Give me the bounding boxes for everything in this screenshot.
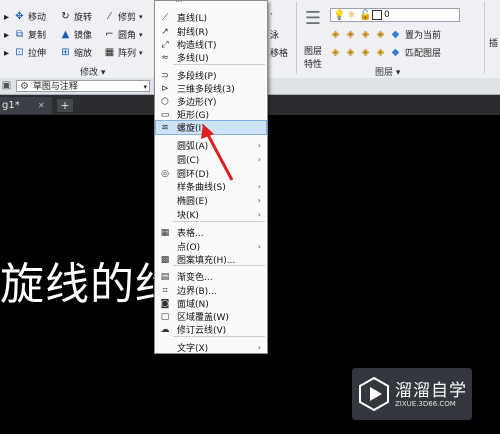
play-logo-icon — [359, 376, 389, 412]
watermark-logo: 溜溜自学 ZIXUE.3D66.COM — [352, 368, 472, 420]
watermark-name: 溜溜自学 — [395, 381, 467, 401]
watermark-url: ZIXUE.3D66.COM — [395, 400, 456, 408]
